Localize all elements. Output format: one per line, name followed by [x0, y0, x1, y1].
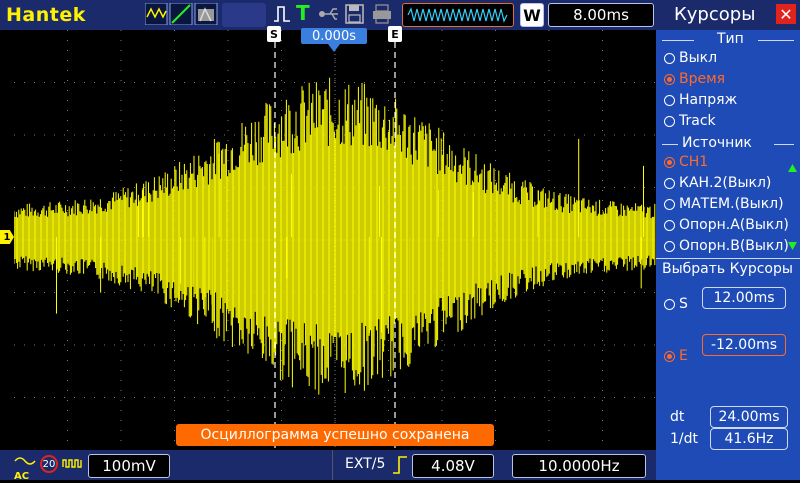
- trigger-mode-indicator: T: [296, 1, 310, 25]
- radio-icon: [664, 177, 675, 189]
- trigger-level[interactable]: 4.08V: [412, 454, 494, 478]
- memory-overview[interactable]: [402, 3, 514, 27]
- option-label: Выкл: [679, 50, 718, 66]
- scroll-up-icon[interactable]: [788, 164, 797, 172]
- probe-icon: [62, 459, 82, 468]
- ch1-volts-div[interactable]: 100mV: [88, 454, 170, 478]
- panel-title: Курсоры: [674, 4, 756, 25]
- radio-icon: [664, 198, 675, 210]
- cursor-s-marker[interactable]: S: [267, 26, 281, 42]
- inv-dt-value: 41.6Hz: [710, 428, 788, 450]
- divider-line: [662, 40, 694, 41]
- bandwidth-limit-badge: 20: [40, 455, 58, 473]
- panel-header: Курсоры ✕: [656, 0, 800, 30]
- source-group-title: Источник: [682, 135, 752, 151]
- type-option-time[interactable]: Время: [664, 71, 725, 87]
- display-mode-icons[interactable]: [145, 3, 219, 25]
- cursor-e-option[interactable]: E: [664, 348, 688, 364]
- close-button[interactable]: ✕: [776, 4, 796, 24]
- cursor-e-value[interactable]: -12.00ms: [702, 334, 786, 356]
- timebase-value[interactable]: 8.00ms: [548, 3, 654, 27]
- dt-label: dt: [670, 409, 685, 425]
- trigger-position-arrow-icon: [328, 44, 340, 52]
- radio-icon: [664, 52, 675, 64]
- waveform-display[interactable]: S E 0.000s: [13, 26, 656, 450]
- option-label: Время: [679, 71, 726, 87]
- ac-wave-icon: [14, 457, 36, 465]
- cursor-e-marker[interactable]: E: [388, 26, 402, 42]
- source-option-refa[interactable]: Опорн.А(Выкл): [664, 217, 789, 233]
- source-option-math[interactable]: МАТЕМ.(Выкл): [664, 196, 784, 212]
- type-group-title: Тип: [717, 31, 744, 47]
- cursor-s-value[interactable]: 12.00ms: [702, 287, 786, 309]
- dt-value: 24.00ms: [710, 406, 788, 428]
- coupling-label: AC: [14, 471, 30, 482]
- frequency-counter: 10.0000Hz: [512, 454, 646, 478]
- radio-selected-icon: [664, 156, 675, 168]
- option-label: CH1: [679, 154, 709, 170]
- brand-logo: Hantek: [6, 4, 86, 26]
- trigger-source[interactable]: EXT/5: [345, 456, 385, 472]
- option-label: Опорн.В(Выкл): [679, 238, 789, 254]
- trigger-position-readout[interactable]: 0.000s: [301, 28, 367, 44]
- type-option-off[interactable]: Выкл: [664, 50, 717, 66]
- type-option-track[interactable]: Track: [664, 113, 716, 129]
- source-option-refb[interactable]: Опорн.В(Выкл): [664, 238, 789, 254]
- divider-line: [662, 144, 678, 145]
- scroll-down-icon[interactable]: [788, 242, 797, 250]
- option-label: E: [679, 348, 688, 364]
- radio-icon: [664, 94, 675, 106]
- cursor-s-option[interactable]: S: [664, 296, 688, 312]
- bar-divider: [332, 450, 333, 480]
- option-label: КАН.2(Выкл): [679, 175, 772, 191]
- ch1-ground-marker[interactable]: 1: [0, 230, 14, 244]
- option-label: Напряж: [679, 92, 738, 108]
- radio-icon: [664, 298, 675, 310]
- save-success-toast: Осциллограмма успешно сохранена: [176, 424, 494, 446]
- print-icon[interactable]: [372, 3, 392, 25]
- radio-icon: [664, 240, 675, 252]
- divider-line: [758, 40, 794, 41]
- option-label: Track: [679, 113, 716, 129]
- select-cursors-label: Выбрать Курсоры: [662, 261, 793, 277]
- top-status-bar: Hantek T W 8.00ms: [0, 0, 656, 30]
- source-option-ch2[interactable]: КАН.2(Выкл): [664, 175, 771, 191]
- usb-icon: [319, 8, 338, 20]
- radio-selected-icon: [664, 73, 675, 85]
- divider-line: [656, 258, 800, 259]
- save-icon[interactable]: [345, 3, 365, 25]
- radio-icon: [664, 219, 675, 231]
- divider-line: [774, 144, 794, 145]
- type-option-voltage[interactable]: Напряж: [664, 92, 737, 108]
- waveform-graticule: [13, 30, 656, 450]
- ac-coupling-indicator: AC: [14, 452, 36, 482]
- inv-dt-label: 1/dt: [670, 431, 698, 447]
- radio-selected-icon: [664, 350, 675, 362]
- rising-edge-icon: [393, 456, 407, 474]
- cursors-menu-panel: Курсоры ✕ Тип Выкл Время Напряж Track Ис…: [656, 0, 800, 480]
- radio-icon: [664, 115, 675, 127]
- empty-slot: [222, 3, 266, 27]
- source-option-ch1[interactable]: CH1: [664, 154, 708, 170]
- option-label: S: [679, 296, 688, 312]
- memory-overview-waveform-icon: [407, 7, 508, 23]
- option-label: МАТЕМ.(Выкл): [679, 196, 784, 212]
- trigger-type-icon[interactable]: [272, 3, 292, 25]
- option-label: Опорн.А(Выкл): [679, 217, 789, 233]
- bottom-status-bar: AC 20 100mV EXT/5 4.08V 10.0000Hz: [0, 450, 656, 482]
- ch1-trace: [13, 77, 656, 395]
- run-status-badge: W: [520, 3, 544, 27]
